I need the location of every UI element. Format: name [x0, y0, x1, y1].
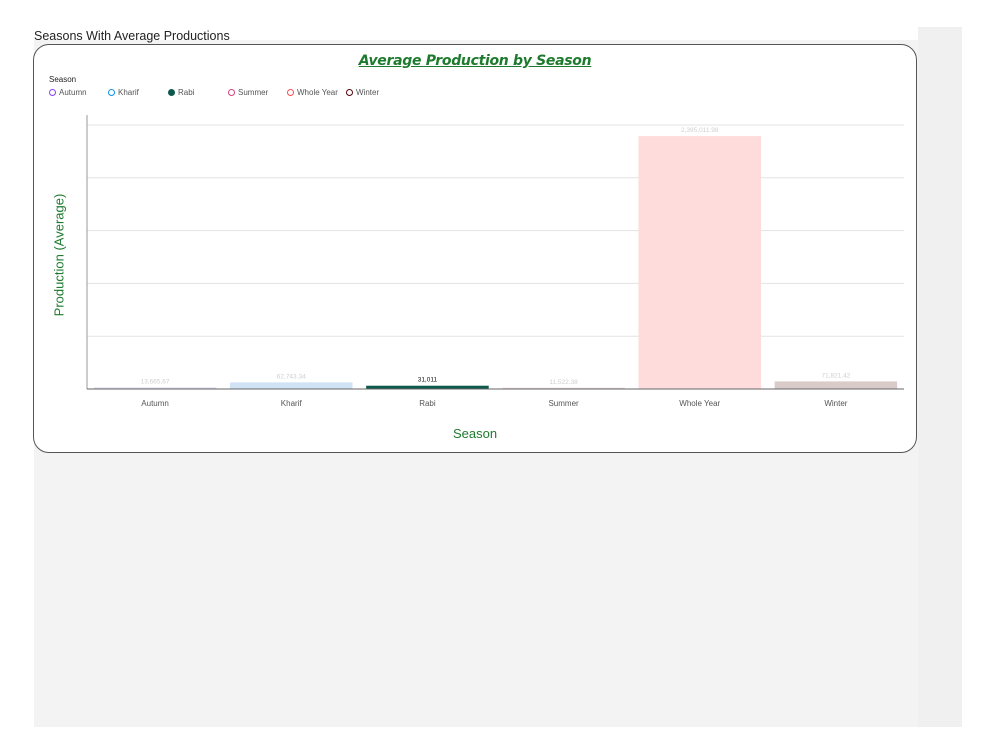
- section-title: Seasons With Average Productions: [34, 29, 230, 43]
- data-label: 71,821.42: [821, 372, 850, 379]
- bar-winter[interactable]: [774, 381, 898, 389]
- data-label: 31,011: [418, 377, 438, 384]
- bar-kharif[interactable]: [229, 382, 353, 389]
- x-tick-label: Summer: [548, 399, 579, 408]
- x-tick-label: Autumn: [141, 399, 169, 408]
- x-tick-label: Whole Year: [679, 399, 720, 408]
- x-tick-label: Rabi: [419, 399, 436, 408]
- x-axis-label: Season: [452, 426, 498, 441]
- data-label: 13,665.67: [141, 379, 170, 386]
- bar-whole-year[interactable]: [638, 136, 762, 389]
- data-label: 11,522.38: [549, 379, 578, 386]
- y-axis-label: Production (Average): [51, 193, 67, 317]
- chart-card[interactable]: Average Production by Season Season Autu…: [33, 44, 917, 453]
- data-label: 62,743.34: [277, 373, 306, 380]
- x-tick-label: Winter: [824, 399, 847, 408]
- right-panel-strip: [918, 27, 962, 727]
- plot-area[interactable]: 13,665.67 Autumn 62,743.34 Kharif 31,011 Rabi…: [34, 45, 918, 454]
- x-tick-label: Kharif: [281, 399, 303, 408]
- data-label: 2,395,011.98: [681, 127, 719, 134]
